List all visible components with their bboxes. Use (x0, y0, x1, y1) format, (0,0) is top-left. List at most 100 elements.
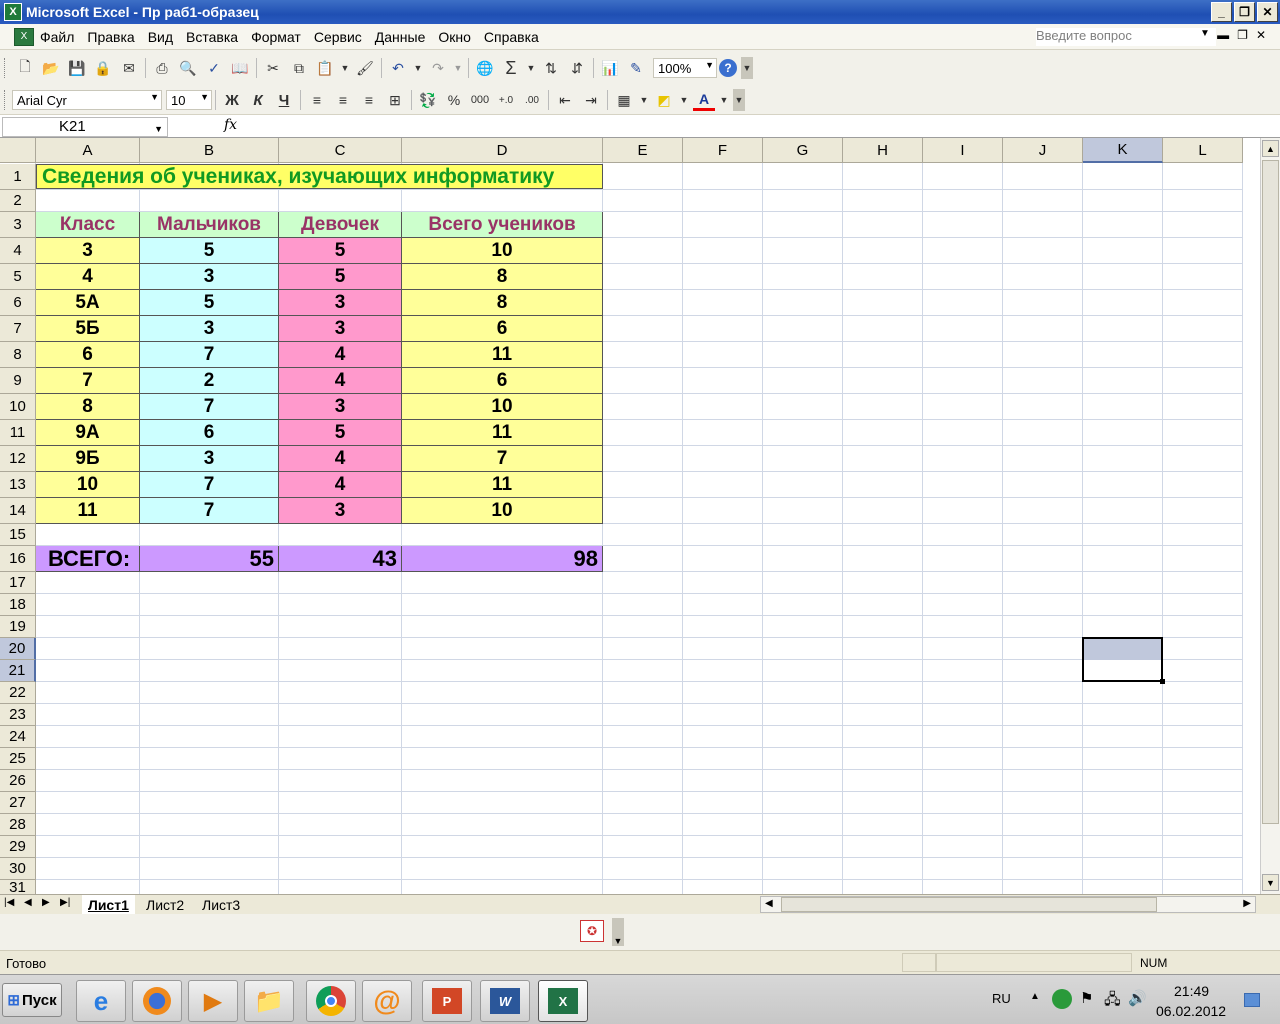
excel-app-icon[interactable]: X (4, 3, 22, 21)
email-icon[interactable]: ✉ (118, 57, 140, 79)
table-cell[interactable]: 7 (140, 394, 279, 420)
autosum-icon[interactable]: Σ (500, 57, 522, 79)
table-cell[interactable]: 3 (279, 394, 402, 420)
font-name-dropdown-icon[interactable]: ▼ (150, 92, 159, 102)
menu-data[interactable]: Данные (375, 29, 435, 45)
row-header-25[interactable]: 25 (0, 748, 36, 770)
table-header-cell[interactable]: Класс (36, 212, 140, 238)
table-cell[interactable]: 6 (36, 342, 140, 368)
table-cell[interactable]: 4 (279, 342, 402, 368)
align-right-icon[interactable]: ≡ (358, 89, 380, 111)
align-center-icon[interactable]: ≡ (332, 89, 354, 111)
table-cell[interactable]: 7 (140, 342, 279, 368)
toolbar-options-icon[interactable]: ▼ (741, 57, 753, 79)
drawing-icon[interactable]: ✎ (625, 57, 647, 79)
volume-icon[interactable]: 🔊 (1128, 989, 1147, 1007)
table-cell[interactable]: 8 (36, 394, 140, 420)
table-cell[interactable]: 10 (402, 238, 603, 264)
sort-descending-icon[interactable]: ⇵ (566, 57, 588, 79)
autosum-dropdown-icon[interactable]: ▼ (526, 57, 536, 79)
cut-icon[interactable]: ✂ (262, 57, 284, 79)
table-cell[interactable]: 4 (279, 368, 402, 394)
menu-file[interactable]: Файл (40, 29, 83, 45)
undo-dropdown-icon[interactable]: ▼ (413, 57, 423, 79)
format-painter-icon[interactable]: 🖌 (354, 57, 376, 79)
thousands-button[interactable]: 000 (469, 89, 491, 111)
show-desktop-button[interactable] (1244, 993, 1260, 1007)
column-header-h[interactable]: H (843, 138, 923, 163)
research-icon[interactable]: 📖 (229, 57, 251, 79)
table-cell[interactable]: 3 (279, 498, 402, 524)
column-header-c[interactable]: C (279, 138, 402, 163)
row-header-9[interactable]: 9 (0, 368, 36, 394)
increase-indent-icon[interactable]: ⇥ (580, 89, 602, 111)
formula-input[interactable] (244, 117, 1278, 137)
row-header-6[interactable]: 6 (0, 290, 36, 316)
percent-button[interactable]: % (443, 89, 465, 111)
increase-decimal-icon[interactable]: +.0 (495, 89, 517, 111)
table-cell[interactable]: 7 (140, 472, 279, 498)
row-header-27[interactable]: 27 (0, 792, 36, 814)
last-sheet-icon[interactable]: ▶| (60, 897, 70, 908)
table-cell[interactable]: 5А (36, 290, 140, 316)
table-cell[interactable]: 11 (402, 420, 603, 446)
table-cell[interactable]: 10 (402, 394, 603, 420)
row-header-19[interactable]: 19 (0, 616, 36, 638)
row-header-1[interactable]: 1 (0, 164, 36, 190)
taskbar-chrome[interactable] (306, 980, 356, 1022)
total-cell[interactable]: 98 (402, 546, 603, 572)
permission-icon[interactable]: 🔒 (92, 57, 114, 79)
tab-sheet3[interactable]: Лист3 (196, 895, 246, 914)
decrease-decimal-icon[interactable]: .00 (521, 89, 543, 111)
table-cell[interactable]: 5 (140, 238, 279, 264)
row-header-2[interactable]: 2 (0, 190, 36, 212)
table-cell[interactable]: 4 (279, 446, 402, 472)
table-cell[interactable]: 7 (36, 368, 140, 394)
table-cell[interactable]: 3 (140, 264, 279, 290)
tab-sheet2[interactable]: Лист2 (140, 895, 190, 914)
start-button[interactable]: ⊞ Пуск (2, 983, 62, 1017)
row-header-4[interactable]: 4 (0, 238, 36, 264)
row-header-5[interactable]: 5 (0, 264, 36, 290)
save-icon[interactable]: 💾 (66, 57, 88, 79)
function-icon[interactable]: fx (224, 117, 237, 133)
menu-format[interactable]: Формат (251, 29, 310, 45)
table-header-cell[interactable]: Всего учеников (402, 212, 603, 238)
paste-icon[interactable]: 📋 (314, 57, 336, 79)
taskbar-ie[interactable]: e (76, 980, 126, 1022)
column-header-j[interactable]: J (1003, 138, 1083, 163)
table-cell[interactable]: 9А (36, 420, 140, 446)
row-header-13[interactable]: 13 (0, 472, 36, 498)
row-header-18[interactable]: 18 (0, 594, 36, 616)
taskbar-mail[interactable]: @ (362, 980, 412, 1022)
menu-tools[interactable]: Сервис (314, 29, 371, 45)
row-header-3[interactable]: 3 (0, 212, 36, 238)
drawbar-options-icon[interactable]: ▼ (612, 918, 624, 946)
font-color-dropdown-icon[interactable]: ▼ (719, 89, 729, 111)
row-header-16[interactable]: 16 (0, 546, 36, 572)
table-header-cell[interactable]: Мальчиков (140, 212, 279, 238)
zoom-combo[interactable]: 100% ▼ (653, 58, 717, 78)
row-header-12[interactable]: 12 (0, 446, 36, 472)
table-title[interactable]: Сведения об учениках, изучающих информат… (36, 164, 603, 189)
row-header-8[interactable]: 8 (0, 342, 36, 368)
menu-view[interactable]: Вид (148, 29, 182, 45)
table-cell[interactable]: 6 (402, 316, 603, 342)
table-cell[interactable]: 7 (140, 498, 279, 524)
taskbar-word[interactable]: W (480, 980, 530, 1022)
scroll-down-icon[interactable]: ▼ (1262, 874, 1279, 891)
toolbar-grip[interactable] (4, 58, 8, 78)
table-header-cell[interactable]: Девочек (279, 212, 402, 238)
copy-icon[interactable]: ⧉ (288, 57, 310, 79)
column-header-i[interactable]: I (923, 138, 1003, 163)
column-header-g[interactable]: G (763, 138, 843, 163)
name-box-dropdown-icon[interactable]: ▼ (154, 120, 163, 138)
print-icon[interactable]: ⎙ (151, 57, 173, 79)
table-cell[interactable]: 5 (140, 290, 279, 316)
row-header-24[interactable]: 24 (0, 726, 36, 748)
toolbar-options-icon-2[interactable]: ▼ (733, 89, 745, 111)
table-cell[interactable]: 7 (402, 446, 603, 472)
network-icon[interactable]: 🖧 (1104, 989, 1121, 1014)
scroll-right-icon[interactable]: ▶ (1243, 898, 1251, 909)
selection-border[interactable] (1082, 637, 1163, 682)
